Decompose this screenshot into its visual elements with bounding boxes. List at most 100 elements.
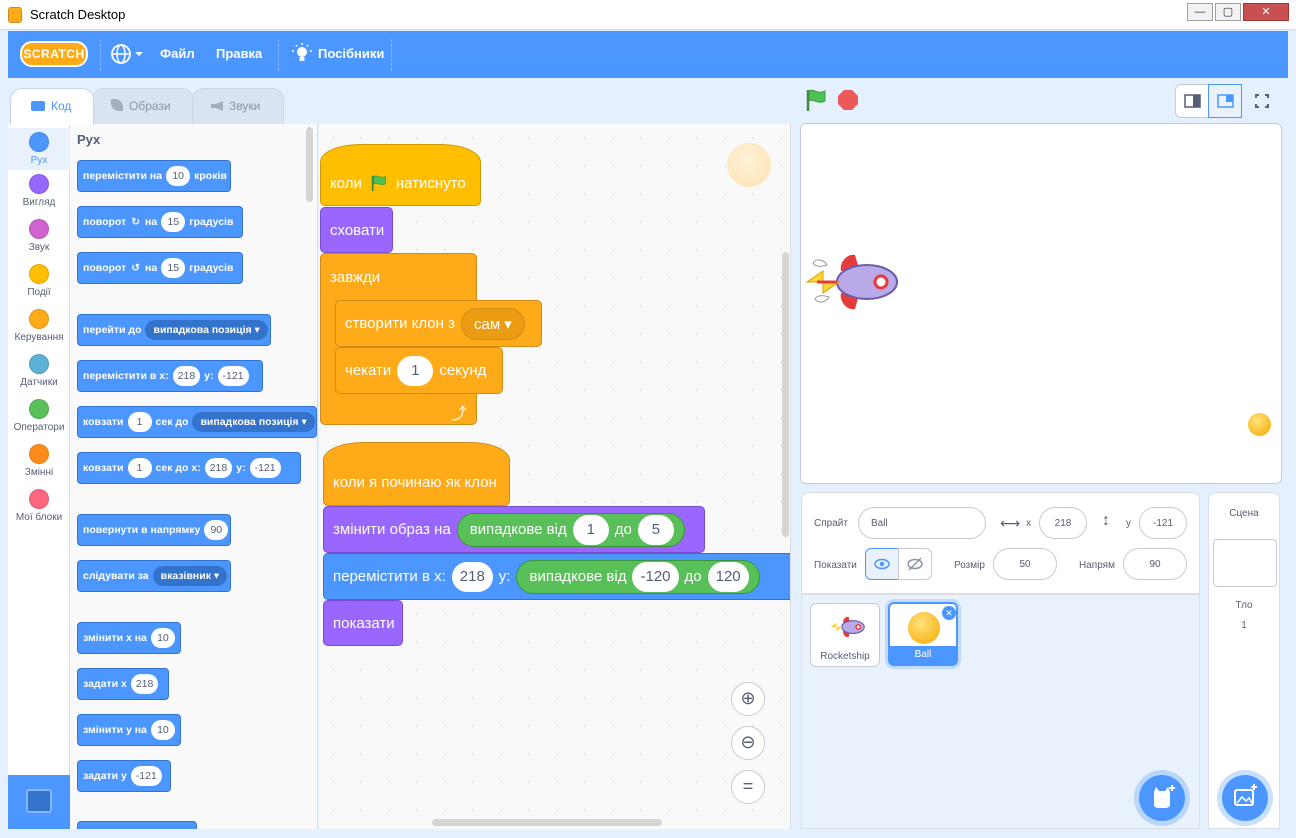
category-my-blocks[interactable]: Мої блоки bbox=[8, 489, 70, 523]
language-button[interactable] bbox=[110, 43, 146, 65]
add-sprite-button[interactable] bbox=[1139, 775, 1185, 821]
block-input[interactable]: -121 bbox=[217, 366, 249, 386]
sprite-thumb-ball[interactable]: ✕ Ball bbox=[888, 602, 958, 666]
zoom-reset-button[interactable]: = bbox=[731, 770, 765, 804]
large-stage-button[interactable] bbox=[1208, 84, 1242, 118]
random-from-input[interactable]: 1 bbox=[572, 514, 609, 545]
delete-sprite-icon[interactable]: ✕ bbox=[942, 606, 956, 620]
category-variables[interactable]: Змінні bbox=[8, 444, 70, 478]
category-operators[interactable]: Оператори bbox=[8, 399, 70, 433]
wait-block[interactable]: чекати 1 секунд bbox=[335, 347, 503, 394]
block-input[interactable]: 1 bbox=[127, 458, 152, 478]
category-dot-icon bbox=[29, 264, 49, 284]
palette-block-glide-to[interactable]: ковзати 1 сек до випадкова позиція bbox=[77, 406, 317, 438]
rocketship-sprite[interactable] bbox=[803, 249, 899, 315]
tutorials-menu[interactable]: Посібники bbox=[318, 46, 384, 61]
add-extension-button[interactable] bbox=[8, 775, 70, 829]
fullscreen-button[interactable] bbox=[1245, 84, 1279, 118]
size-input[interactable]: 50 bbox=[993, 548, 1057, 580]
tab-costumes[interactable]: Образи bbox=[92, 88, 194, 124]
palette-block-point-towards[interactable]: слідувати за вказівник bbox=[77, 560, 231, 592]
random-from-input[interactable]: -120 bbox=[632, 561, 679, 592]
script-area[interactable]: коли натиснуто сховати завжди ⤴ створити… bbox=[319, 124, 791, 829]
small-stage-button[interactable] bbox=[1175, 84, 1209, 118]
stage-canvas[interactable] bbox=[800, 123, 1282, 484]
palette-block-turn-right[interactable]: поворот ↻ на 15 градусів bbox=[77, 206, 243, 238]
block-input[interactable]: 10 bbox=[166, 166, 191, 186]
block-dropdown[interactable]: випадкова позиція bbox=[145, 320, 268, 340]
stop-button[interactable] bbox=[838, 90, 858, 110]
block-input[interactable]: 218 bbox=[204, 458, 233, 478]
add-backdrop-button[interactable] bbox=[1222, 775, 1268, 821]
show-visible-button[interactable] bbox=[865, 548, 899, 580]
palette-block-turn-left[interactable]: поворот ↺ на 15 градусів bbox=[77, 252, 243, 284]
random-to-input[interactable]: 5 bbox=[637, 514, 674, 545]
hide-block[interactable]: сховати bbox=[320, 207, 393, 253]
edit-menu[interactable]: Правка bbox=[216, 46, 262, 61]
palette-block-change-y[interactable]: змінити у на 10 bbox=[77, 714, 181, 746]
stage-backdrop-thumb[interactable] bbox=[1213, 539, 1277, 587]
category-looks[interactable]: Вигляд bbox=[8, 174, 70, 208]
scratch-logo[interactable]: SCRATCH bbox=[20, 41, 88, 67]
show-hidden-button[interactable] bbox=[898, 548, 932, 580]
block-dropdown[interactable]: вказівник bbox=[152, 566, 228, 586]
pick-random-block[interactable]: випадкове від 1 до 5 bbox=[456, 512, 685, 547]
direction-input[interactable]: 90 bbox=[1123, 548, 1187, 580]
file-menu[interactable]: Файл bbox=[160, 46, 195, 61]
ball-sprite[interactable] bbox=[1248, 413, 1271, 436]
palette-block-set-x[interactable]: задати х 218 bbox=[77, 668, 169, 700]
minimize-button[interactable]: — bbox=[1187, 3, 1213, 21]
category-motion[interactable]: Рух bbox=[8, 128, 70, 170]
category-sensing[interactable]: Датчики bbox=[8, 354, 70, 388]
clone-target-dropdown[interactable]: сам bbox=[460, 307, 525, 340]
switch-costume-block[interactable]: змінити образ на випадкове від 1 до 5 bbox=[323, 506, 705, 553]
palette-block-glide-xy[interactable]: ковзати 1 сек до x: 218 y: -121 bbox=[77, 452, 301, 484]
block-input[interactable]: 10 bbox=[150, 628, 175, 648]
block-input[interactable]: 218 bbox=[172, 366, 201, 386]
block-input[interactable]: 15 bbox=[161, 212, 186, 232]
y-position-input[interactable]: -121 bbox=[1139, 507, 1187, 539]
pick-random-block[interactable]: випадкове від -120 до 120 bbox=[516, 559, 760, 594]
block-input[interactable]: 90 bbox=[204, 520, 229, 540]
maximize-button[interactable]: ▢ bbox=[1215, 3, 1241, 21]
block-input[interactable]: -121 bbox=[130, 766, 162, 786]
block-text: кроків bbox=[194, 170, 227, 182]
wait-seconds-input[interactable]: 1 bbox=[397, 355, 434, 386]
tab-code[interactable]: Код bbox=[10, 88, 94, 125]
close-window-button[interactable]: ✕ bbox=[1243, 3, 1289, 21]
palette-block-partial[interactable] bbox=[77, 821, 197, 829]
block-text: до bbox=[684, 568, 702, 585]
green-flag-button[interactable] bbox=[804, 88, 828, 112]
zoom-in-button[interactable]: ⊕ bbox=[731, 682, 765, 716]
script-horizontal-scrollbar[interactable] bbox=[432, 819, 662, 826]
palette-block-change-x[interactable]: змінити х на 10 bbox=[77, 622, 181, 654]
zoom-out-button[interactable]: ⊖ bbox=[731, 726, 765, 760]
x-position-input[interactable]: 218 bbox=[1039, 507, 1087, 539]
palette-block-move[interactable]: перемістити на 10 кроків bbox=[77, 160, 231, 192]
category-control[interactable]: Керування bbox=[8, 309, 70, 343]
random-to-input[interactable]: 120 bbox=[707, 561, 749, 592]
goto-xy-block[interactable]: перемістити в x: 218 y: випадкове від -120 д… bbox=[323, 553, 790, 600]
block-dropdown[interactable]: випадкова позиція bbox=[192, 412, 315, 432]
block-input[interactable]: -121 bbox=[249, 458, 281, 478]
block-input[interactable]: 10 bbox=[150, 720, 175, 740]
script-vertical-scrollbar[interactable] bbox=[782, 252, 789, 537]
block-input[interactable]: 15 bbox=[161, 258, 186, 278]
category-events[interactable]: Події bbox=[8, 264, 70, 298]
sprite-name-input[interactable]: Ball bbox=[858, 507, 986, 539]
palette-block-goto[interactable]: перейти до випадкова позиція bbox=[77, 314, 271, 346]
category-sound[interactable]: Звук bbox=[8, 219, 70, 253]
block-input[interactable]: 1 bbox=[127, 412, 152, 432]
when-flag-clicked-block[interactable]: коли натиснуто bbox=[320, 144, 481, 206]
palette-block-point-direction[interactable]: повернути в напрямку 90 bbox=[77, 514, 231, 546]
tab-sounds[interactable]: Звуки bbox=[192, 88, 284, 124]
when-start-as-clone-block[interactable]: коли я починаю як клон bbox=[323, 442, 510, 506]
palette-block-set-y[interactable]: задати у -121 bbox=[77, 760, 171, 792]
show-block[interactable]: показати bbox=[323, 600, 403, 646]
sprite-thumb-rocketship[interactable]: Rocketship bbox=[810, 603, 880, 667]
x-input[interactable]: 218 bbox=[451, 561, 493, 592]
block-input[interactable]: 218 bbox=[130, 674, 159, 694]
palette-scrollbar[interactable] bbox=[306, 127, 313, 202]
create-clone-block[interactable]: створити клон з сам bbox=[335, 300, 542, 347]
palette-block-goto-xy[interactable]: перемістити в x: 218 y: -121 bbox=[77, 360, 263, 392]
